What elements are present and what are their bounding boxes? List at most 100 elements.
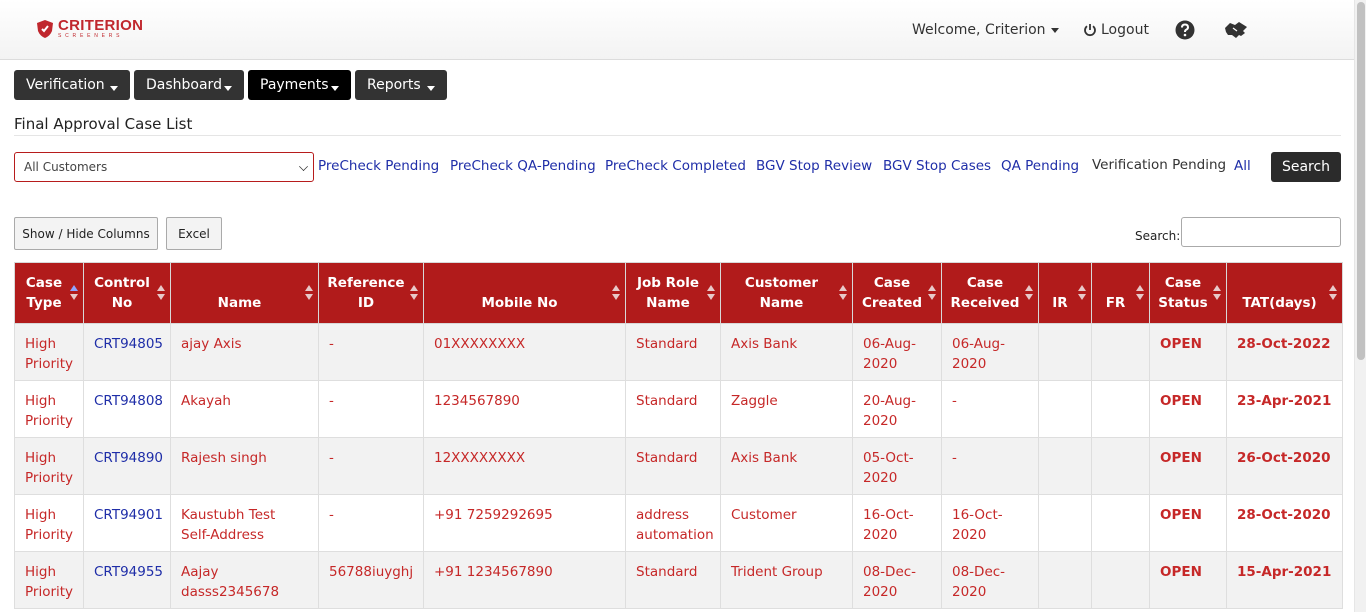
- case-received-cell: -: [941, 380, 1039, 438]
- col-customer-name[interactable]: Customer Name: [720, 262, 853, 324]
- col-case-type[interactable]: Case Type: [14, 262, 84, 324]
- sort-icon: [707, 285, 715, 301]
- brand-name: CRITERION: [58, 17, 144, 34]
- page-title: Final Approval Case List: [14, 115, 193, 133]
- ir-cell: [1038, 323, 1092, 381]
- job-role-cell: Standard: [625, 551, 721, 609]
- filter-all[interactable]: All: [1234, 158, 1251, 174]
- nav-reports-label: Reports: [367, 77, 421, 93]
- customer-name-cell: Customer: [720, 494, 853, 552]
- user-menu[interactable]: Welcome, Criterion: [912, 22, 1059, 38]
- customer-select[interactable]: All Customers: [14, 152, 314, 182]
- job-role-cell: Standard: [625, 380, 721, 438]
- control-no-link[interactable]: CRT94808: [83, 380, 171, 438]
- filter-bgv-stop-cases[interactable]: BGV Stop Cases: [883, 158, 991, 174]
- table-row[interactable]: High Priority CRT94808 Akayah -1234567890 St…: [14, 380, 1343, 438]
- case-type-cell: High Priority: [14, 494, 84, 552]
- filter-precheck-qa-pending[interactable]: PreCheck QA-Pending: [450, 158, 596, 174]
- col-ir[interactable]: IR: [1038, 262, 1092, 324]
- nav-reports[interactable]: Reports: [355, 70, 447, 100]
- filter-verification-pending[interactable]: Verification Pending: [1092, 157, 1226, 173]
- logout-link[interactable]: Logout: [1083, 22, 1149, 38]
- col-name[interactable]: Name: [170, 262, 319, 324]
- reference-id-cell: -: [318, 494, 424, 552]
- help-icon: [1175, 20, 1195, 40]
- filter-bgv-stop-review[interactable]: BGV Stop Review: [756, 158, 872, 174]
- control-no-link[interactable]: CRT94901: [83, 494, 171, 552]
- control-no-link[interactable]: CRT94805: [83, 323, 171, 381]
- case-received-cell: -: [941, 437, 1039, 495]
- case-status-cell: OPEN: [1149, 380, 1227, 438]
- case-status-cell: OPEN: [1149, 437, 1227, 495]
- nav-verification-label: Verification: [26, 77, 105, 93]
- fr-cell: [1091, 380, 1150, 438]
- top-header: CRITERION SCREENERS Welcome, Criterion L…: [0, 0, 1354, 60]
- table-row[interactable]: High Priority CRT94901 Kaustubh Test Self-…: [14, 494, 1343, 552]
- nav-payments-label: Payments: [260, 77, 329, 93]
- ir-cell: [1038, 551, 1092, 609]
- divider: [14, 135, 1341, 136]
- chevron-down-icon: [331, 86, 339, 91]
- name-cell: Kaustubh Test Self-Address: [170, 494, 319, 552]
- filter-qa-pending[interactable]: QA Pending: [1001, 158, 1079, 174]
- reference-id-cell: -: [318, 323, 424, 381]
- fr-cell: [1091, 494, 1150, 552]
- customer-name-cell: Zaggle: [720, 380, 853, 438]
- column-header: Case Created: [861, 275, 923, 311]
- excel-button[interactable]: Excel: [166, 217, 222, 250]
- scrollbar-thumb[interactable]: [1357, 2, 1365, 360]
- sort-icon: [1136, 285, 1144, 301]
- customer-name-cell: Axis Bank: [720, 437, 853, 495]
- case-created-cell: 16-Oct-2020: [852, 494, 942, 552]
- customer-name-cell: Axis Bank: [720, 323, 853, 381]
- sort-icon: [928, 285, 936, 301]
- filter-precheck-completed[interactable]: PreCheck Completed: [605, 158, 746, 174]
- sort-icon: [839, 285, 847, 301]
- ir-cell: [1038, 437, 1092, 495]
- case-type-cell: High Priority: [14, 380, 84, 438]
- mobile-no-cell: 01XXXXXXXX: [423, 323, 626, 381]
- tat-cell: 23-Apr-2021: [1226, 380, 1343, 438]
- case-received-cell: 08-Dec-2020: [941, 551, 1039, 609]
- col-mobile-no[interactable]: Mobile No: [423, 262, 626, 324]
- mobile-no-cell: +91 1234567890: [423, 551, 626, 609]
- case-table: Case Type Control No Name Reference ID M…: [14, 262, 1343, 609]
- chevron-down-icon: [1050, 27, 1059, 33]
- criterion-logo[interactable]: CRITERION SCREENERS: [37, 18, 143, 39]
- sort-icon: [1329, 285, 1337, 301]
- table-row[interactable]: High Priority CRT94890 Rajesh singh -12XXXX…: [14, 437, 1343, 495]
- col-case-received[interactable]: Case Received: [941, 262, 1039, 324]
- table-row[interactable]: High Priority CRT94805 ajay Axis -01XXXXXXX…: [14, 323, 1343, 381]
- show-hide-columns-button[interactable]: Show / Hide Columns: [14, 217, 158, 250]
- search-button[interactable]: Search: [1271, 152, 1341, 182]
- column-header: Mobile No: [481, 295, 558, 311]
- col-tat-days[interactable]: TAT(days): [1226, 262, 1343, 324]
- brand-subtitle: SCREENERS: [58, 33, 124, 39]
- tat-cell: 28-Oct-2022: [1226, 323, 1343, 381]
- control-no-link[interactable]: CRT94955: [83, 551, 171, 609]
- shield-icon: [37, 19, 53, 38]
- handshake-button[interactable]: [1224, 19, 1248, 45]
- col-case-created[interactable]: Case Created: [852, 262, 942, 324]
- table-search-input[interactable]: [1181, 217, 1341, 247]
- col-fr[interactable]: FR: [1091, 262, 1150, 324]
- filter-precheck-pending[interactable]: PreCheck Pending: [318, 158, 439, 174]
- control-no-link[interactable]: CRT94890: [83, 437, 171, 495]
- page-scrollbar[interactable]: [1354, 0, 1366, 612]
- table-row[interactable]: High Priority CRT94955 Aajay dasss2345678 5…: [14, 551, 1343, 609]
- sort-icon: [1025, 285, 1033, 301]
- table-header-row: Case Type Control No Name Reference ID M…: [14, 262, 1343, 324]
- col-case-status[interactable]: Case Status: [1149, 262, 1227, 324]
- help-button[interactable]: [1175, 20, 1195, 44]
- col-reference-id[interactable]: Reference ID: [318, 262, 424, 324]
- col-control-no[interactable]: Control No: [83, 262, 171, 324]
- nav-verification[interactable]: Verification: [14, 70, 130, 100]
- customer-name-cell: Trident Group: [720, 551, 853, 609]
- column-header: Reference ID: [327, 275, 405, 311]
- column-header: Control No: [94, 275, 150, 311]
- nav-payments[interactable]: Payments: [248, 70, 351, 100]
- nav-dashboard[interactable]: Dashboard: [134, 70, 244, 100]
- col-job-role-name[interactable]: Job Role Name: [625, 262, 721, 324]
- handshake-icon: [1225, 22, 1247, 38]
- column-header: IR: [1052, 295, 1068, 311]
